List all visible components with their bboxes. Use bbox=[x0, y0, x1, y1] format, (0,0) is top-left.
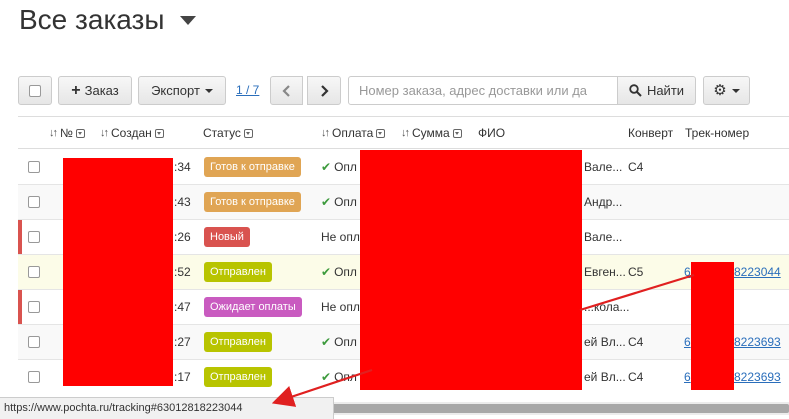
prev-page-button[interactable] bbox=[270, 76, 303, 105]
envelope-cell: C4 bbox=[628, 160, 644, 174]
created-cell: :34 bbox=[174, 160, 191, 174]
caret-down-icon bbox=[731, 88, 740, 93]
created-cell: :43 bbox=[174, 195, 191, 209]
select-all-button[interactable] bbox=[18, 76, 52, 105]
row-checkbox[interactable] bbox=[28, 336, 40, 348]
status-badge[interactable]: Ожидает оплаты bbox=[204, 297, 302, 317]
find-button[interactable]: Найти bbox=[617, 76, 696, 105]
header-tracking[interactable]: Трек-номер bbox=[685, 126, 749, 140]
fio-cell: Вале... bbox=[584, 230, 623, 244]
status-badge[interactable]: Новый bbox=[204, 227, 250, 247]
filter-icon[interactable] bbox=[243, 128, 253, 138]
row-checkbox[interactable] bbox=[28, 266, 40, 278]
sort-icon: ↓↑ bbox=[321, 127, 330, 139]
add-order-button[interactable]: + Заказ bbox=[58, 76, 132, 105]
payment-cell: ✔ Опл bbox=[321, 195, 357, 209]
table-header: ↓↑ № ↓↑ Создан Статус ↓↑ Оплата ↓↑ Сумма… bbox=[18, 116, 789, 149]
settings-button[interactable]: ⚙ bbox=[703, 76, 750, 105]
header-payment[interactable]: ↓↑ Оплата bbox=[321, 126, 386, 140]
header-status[interactable]: Статус bbox=[203, 126, 253, 140]
check-icon: ✔ bbox=[321, 195, 332, 209]
fio-cell: Вале... bbox=[584, 160, 623, 174]
sort-icon: ↓↑ bbox=[100, 127, 109, 139]
chevron-left-icon bbox=[281, 84, 290, 97]
check-icon: ✔ bbox=[321, 370, 332, 384]
payment-cell: Не опл bbox=[321, 230, 360, 244]
fio-cell: ей Вл... bbox=[584, 335, 626, 349]
created-cell: :47 bbox=[174, 300, 191, 314]
caret-down-icon bbox=[204, 88, 213, 93]
created-cell: :27 bbox=[174, 335, 191, 349]
redaction-block bbox=[360, 150, 582, 390]
header-created[interactable]: ↓↑ Создан bbox=[100, 126, 164, 140]
search-input[interactable] bbox=[348, 76, 618, 105]
filter-icon[interactable] bbox=[452, 128, 462, 138]
payment-cell: ✔ Опл bbox=[321, 265, 357, 279]
row-checkbox[interactable] bbox=[28, 196, 40, 208]
next-page-button[interactable] bbox=[307, 76, 341, 105]
plus-icon: + bbox=[71, 81, 81, 99]
sort-icon: ↓↑ bbox=[49, 127, 58, 139]
payment-cell: ✔ Опл bbox=[321, 335, 357, 349]
envelope-cell: C5 bbox=[628, 265, 644, 279]
select-all-checkbox[interactable] bbox=[29, 84, 41, 97]
export-label: Экспорт bbox=[151, 83, 200, 98]
add-order-label: Заказ bbox=[84, 83, 119, 98]
tracking-link[interactable]: 8223044 bbox=[734, 265, 781, 279]
created-cell: :26 bbox=[174, 230, 191, 244]
status-badge[interactable]: Отправлен bbox=[204, 332, 272, 352]
tracking-link[interactable]: 8223693 bbox=[734, 335, 781, 349]
filter-icon[interactable] bbox=[376, 128, 386, 138]
envelope-cell: C4 bbox=[628, 370, 644, 384]
created-cell: :52 bbox=[174, 265, 191, 279]
status-badge[interactable]: Готов к отправке bbox=[204, 157, 301, 177]
page-title: Все заказы bbox=[19, 4, 165, 35]
tracking-link-prefix[interactable]: 6 bbox=[684, 335, 691, 349]
tracking-link-prefix[interactable]: 6 bbox=[684, 265, 691, 279]
row-checkbox[interactable] bbox=[28, 301, 40, 313]
row-marker bbox=[18, 290, 22, 324]
status-badge[interactable]: Отправлен bbox=[204, 262, 272, 282]
header-number[interactable]: ↓↑ № bbox=[49, 126, 85, 140]
tracking-link[interactable]: 8223693 bbox=[734, 370, 781, 384]
header-amount[interactable]: ↓↑ Сумма bbox=[401, 126, 462, 140]
filter-icon[interactable] bbox=[154, 128, 164, 138]
redaction-block bbox=[63, 158, 173, 386]
fio-cell: Евген... bbox=[584, 265, 626, 279]
redaction-block bbox=[691, 262, 734, 390]
check-icon: ✔ bbox=[321, 265, 332, 279]
fio-cell: Андр... bbox=[584, 195, 623, 209]
gear-icon: ⚙ bbox=[713, 81, 727, 99]
status-badge[interactable]: Отправлен bbox=[204, 367, 272, 387]
row-marker bbox=[18, 220, 22, 254]
row-checkbox[interactable] bbox=[28, 231, 40, 243]
fio-cell: ей Вл... bbox=[584, 370, 626, 384]
export-button[interactable]: Экспорт bbox=[138, 76, 226, 105]
title-chevron-down-icon[interactable] bbox=[180, 16, 196, 25]
browser-status-url: https://www.pochta.ru/tracking#630128182… bbox=[0, 397, 334, 419]
find-label: Найти bbox=[646, 83, 685, 98]
header-fio[interactable]: ФИО bbox=[478, 126, 505, 140]
check-icon: ✔ bbox=[321, 160, 332, 174]
payment-cell: ✔ Опл bbox=[321, 160, 357, 174]
payment-cell: Не опл bbox=[321, 300, 360, 314]
row-checkbox[interactable] bbox=[28, 161, 40, 173]
sort-icon: ↓↑ bbox=[401, 127, 410, 139]
row-checkbox[interactable] bbox=[28, 371, 40, 383]
envelope-cell: C4 bbox=[628, 335, 644, 349]
status-badge[interactable]: Готов к отправке bbox=[204, 192, 301, 212]
payment-cell: ✔ Опл bbox=[321, 370, 357, 384]
created-cell: :17 bbox=[174, 370, 191, 384]
check-icon: ✔ bbox=[321, 335, 332, 349]
filter-icon[interactable] bbox=[75, 128, 85, 138]
search-icon bbox=[629, 84, 642, 97]
tracking-link-prefix[interactable]: 6 bbox=[684, 370, 691, 384]
pagination-indicator[interactable]: 1 / 7 bbox=[236, 83, 259, 97]
header-envelope[interactable]: Конверт bbox=[628, 126, 673, 140]
chevron-right-icon bbox=[321, 84, 329, 97]
fio-cell: ...кола... bbox=[584, 300, 630, 314]
horizontal-scrollbar-thumb[interactable] bbox=[280, 404, 789, 413]
